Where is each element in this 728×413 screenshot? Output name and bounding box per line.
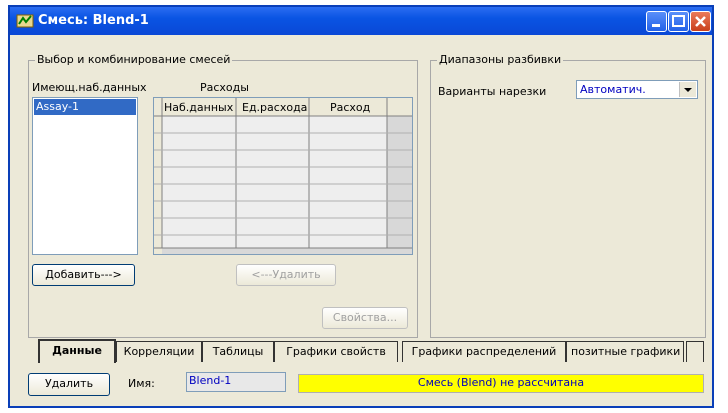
minimize-button[interactable] — [646, 11, 667, 32]
close-icon — [695, 16, 706, 27]
window-title: Смесь: Blend-1 — [38, 13, 149, 28]
blend-app-icon — [16, 14, 34, 28]
tab-bar: Данные Корреляции Таблицы Графики свойст… — [24, 339, 704, 363]
properties-button[interactable]: Свойства... — [322, 307, 408, 329]
tab-distribution-charts[interactable]: Графики распределений — [402, 341, 566, 362]
delete-button[interactable]: Удалить — [28, 373, 110, 396]
dropdown-button[interactable] — [679, 82, 696, 97]
table-header-consumption[interactable]: Расход — [330, 101, 370, 114]
name-label: Имя: — [128, 377, 155, 390]
cut-options-label: Варианты нарезки — [438, 85, 547, 98]
status-bar: Смесь (Blend) не рассчитана — [298, 374, 704, 393]
maximize-button[interactable] — [668, 11, 689, 32]
tab-property-charts[interactable]: Графики свойств — [274, 341, 398, 362]
cut-options-select[interactable]: Автоматич. — [576, 80, 698, 99]
remove-button[interactable]: <---Удалить — [236, 264, 336, 286]
close-button[interactable] — [690, 11, 711, 32]
tab-correlations[interactable]: Корреляции — [116, 341, 202, 362]
list-item[interactable]: Assay-1 — [34, 99, 136, 115]
tab-tables[interactable]: Таблицы — [202, 341, 274, 362]
maximize-icon — [672, 15, 685, 27]
tab-composite-charts[interactable]: позитные графики — [566, 341, 684, 362]
name-field[interactable]: Blend-1 — [186, 372, 286, 392]
blend-window: Смесь: Blend-1 Выбор и комбинирование см… — [8, 5, 714, 408]
tab-data[interactable]: Данные — [38, 339, 116, 363]
ranges-group-title: Диапазоны разбивки — [437, 53, 564, 66]
chevron-down-icon — [684, 88, 692, 92]
cut-options-value: Автоматич. — [580, 83, 646, 96]
table-gridlines — [154, 98, 412, 254]
split-ranges-group: Диапазоны разбивки — [430, 53, 706, 338]
title-bar[interactable]: Смесь: Blend-1 — [10, 7, 712, 35]
consumption-label: Расходы — [200, 81, 249, 94]
consumption-table[interactable]: Наб.данных Ед.расхода Расход — [153, 97, 413, 255]
available-datasets-label: Имеющ.наб.данных — [32, 81, 147, 94]
blend-group-title: Выбор и комбинирование смесей — [35, 53, 233, 66]
minimize-icon — [652, 24, 660, 27]
available-datasets-list[interactable]: Assay-1 — [32, 97, 138, 255]
table-header-dataset[interactable]: Наб.данных — [164, 101, 233, 114]
add-button[interactable]: Добавить---> — [32, 264, 135, 286]
table-header-unit[interactable]: Ед.расхода — [242, 101, 307, 114]
tab-scroll[interactable] — [686, 341, 704, 362]
